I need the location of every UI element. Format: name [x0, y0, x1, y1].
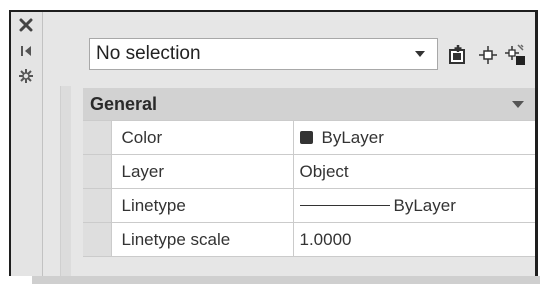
property-row-layer[interactable]: Layer Object: [83, 154, 535, 189]
property-value[interactable]: Object: [292, 154, 535, 189]
toggle-pickadd-button[interactable]: [444, 42, 472, 68]
property-row-linetype-scale[interactable]: Linetype scale 1.0000: [83, 222, 535, 257]
properties-palette: No selection General Color ByLayer Layer…: [9, 10, 538, 276]
section-title: General: [90, 93, 158, 114]
quick-select-button[interactable]: [501, 42, 529, 68]
select-objects-icon: [479, 46, 497, 64]
row-gutter: [83, 154, 112, 189]
property-name: Color: [110, 120, 294, 155]
auto-hide-icon[interactable]: [15, 40, 37, 62]
color-swatch-icon: [299, 130, 313, 144]
palette-title-bar[interactable]: [11, 12, 43, 276]
toggle-pickadd-icon: [449, 45, 465, 64]
close-icon[interactable]: [15, 14, 37, 36]
property-value[interactable]: 1.0000: [292, 222, 535, 257]
linetype-preview-icon: [299, 204, 390, 206]
quick-select-icon: [505, 44, 525, 65]
row-gutter: [83, 188, 112, 223]
property-name: Layer: [110, 154, 294, 189]
chevron-down-icon[interactable]: [415, 51, 425, 57]
property-row-linetype[interactable]: Linetype ByLayer: [83, 188, 535, 223]
select-objects-button[interactable]: [474, 42, 502, 68]
property-value-cell[interactable]: ByLayer: [292, 120, 535, 155]
property-row-color[interactable]: Color ByLayer: [83, 120, 535, 155]
row-gutter: [83, 222, 112, 257]
property-name: Linetype scale: [110, 222, 294, 257]
collapse-arrow-icon[interactable]: [512, 101, 524, 108]
properties-settings-icon[interactable]: [15, 65, 37, 87]
background-strip: [32, 276, 540, 284]
property-value: ByLayer: [321, 127, 384, 147]
properties-table: Color ByLayer Layer Object Linetype ByLa…: [83, 120, 535, 257]
property-name: Linetype: [110, 188, 294, 223]
selection-dropdown-value: No selection: [96, 43, 201, 64]
palette-body: No selection General Color ByLayer Layer…: [43, 12, 535, 276]
vertical-scrollbar[interactable]: [60, 86, 71, 276]
section-general-header[interactable]: General: [83, 88, 535, 120]
row-gutter: [83, 120, 112, 155]
selection-dropdown[interactable]: No selection: [89, 38, 438, 70]
property-value-cell[interactable]: ByLayer: [292, 188, 535, 223]
property-value: ByLayer: [393, 195, 456, 215]
